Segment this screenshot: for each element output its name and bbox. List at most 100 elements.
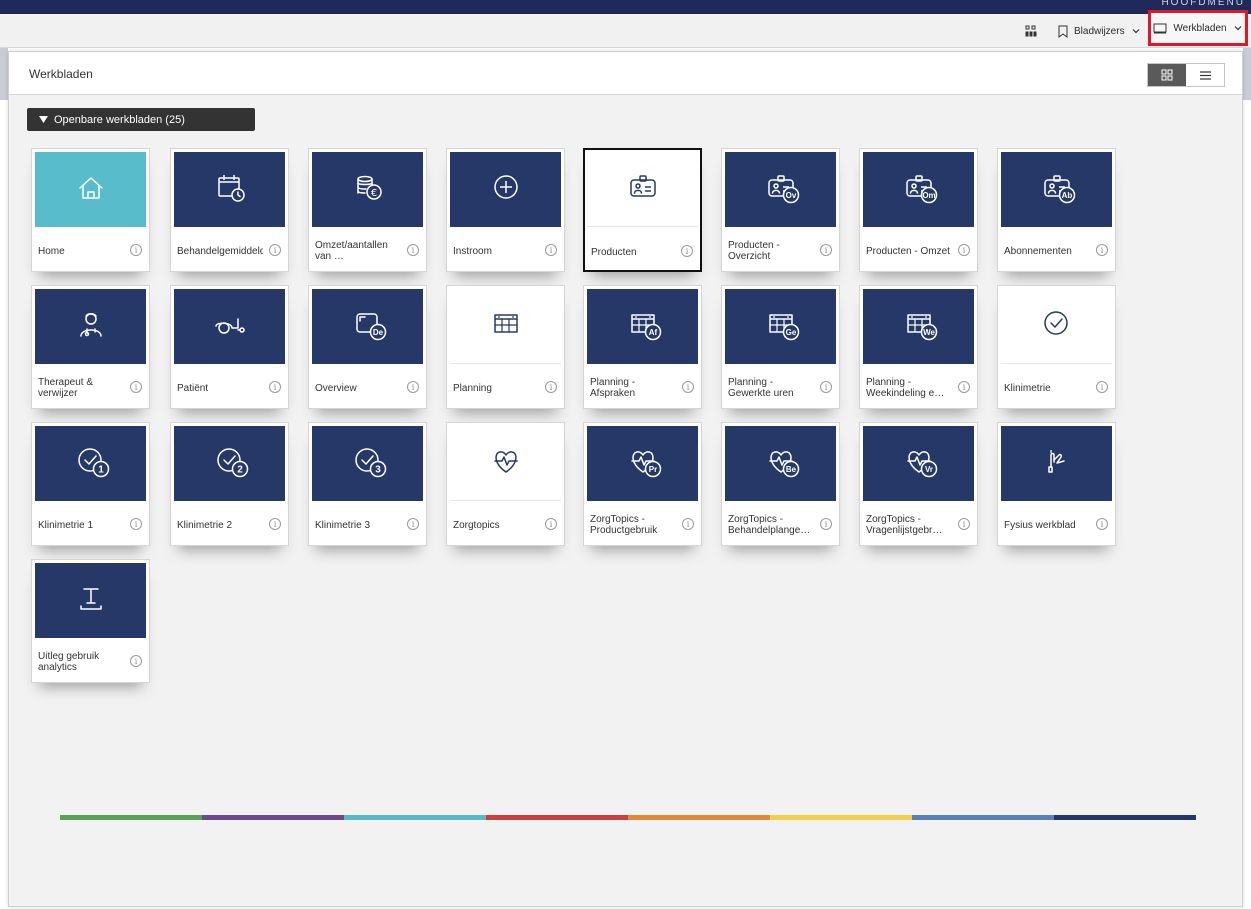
- check-circle-icon: 2: [210, 441, 250, 486]
- bookmarks-label: Bladwijzers: [1074, 25, 1125, 37]
- heart-pulse-icon: Be: [761, 441, 801, 486]
- worksheet-tile[interactable]: Ov Producten - Overzicht i: [721, 148, 840, 272]
- worksheet-tile[interactable]: Pr ZorgTopics - Productgebruik i: [583, 422, 702, 546]
- tile-artwork: [1001, 426, 1112, 501]
- tile-label: Klinimetrie 1: [38, 519, 94, 531]
- tile-label: Planning - Weekindeling e…: [866, 377, 945, 399]
- tile-artwork: Be: [725, 426, 836, 501]
- tile-artwork: Af: [587, 289, 698, 364]
- worksheet-tile[interactable]: Ab Abonnementen i: [997, 148, 1116, 272]
- tile-label: Fysius werkblad: [1004, 519, 1076, 531]
- worksheet-tile[interactable]: De Overview i: [308, 285, 427, 409]
- worksheet-tile[interactable]: Om Producten - Omzet i: [859, 148, 978, 272]
- info-icon[interactable]: i: [269, 381, 281, 393]
- tile-label: Planning - Afspraken: [590, 377, 636, 399]
- tile-label: Uitleg gebruik analytics: [38, 651, 100, 673]
- info-icon[interactable]: i: [1096, 244, 1108, 256]
- tile-label: Planning: [453, 382, 492, 394]
- tile-label: Overview: [315, 382, 357, 394]
- worksheet-tile[interactable]: 3 Klinimetrie 3 i: [308, 422, 427, 546]
- bookmarks-button[interactable]: Bladwijzers: [1058, 14, 1141, 48]
- info-icon[interactable]: i: [682, 518, 694, 530]
- info-icon[interactable]: i: [958, 244, 970, 256]
- worksheet-tile[interactable]: 2 Klinimetrie 2 i: [170, 422, 289, 546]
- info-icon[interactable]: i: [820, 244, 832, 256]
- svg-text:Af: Af: [648, 328, 657, 337]
- tile-label: Planning - Gewerkte uren: [728, 377, 794, 399]
- grid-view-button[interactable]: [1148, 64, 1186, 86]
- worksheet-tile[interactable]: Uitleg gebruik analytics i: [31, 559, 150, 683]
- info-icon[interactable]: i: [681, 245, 693, 257]
- tile-artwork: Om: [863, 152, 974, 227]
- worksheet-tile[interactable]: Patiënt i: [170, 285, 289, 409]
- tile-label: Instroom: [453, 245, 492, 257]
- color-bar-segment: [628, 815, 770, 820]
- info-icon[interactable]: i: [958, 518, 970, 530]
- tile-label: Zorgtopics: [453, 519, 500, 531]
- worksheet-tile[interactable]: Therapeut & verwijzer i: [31, 285, 150, 409]
- list-view-icon: [1199, 70, 1211, 80]
- worksheet-tile[interactable]: Be ZorgTopics - Behandelplange… i: [721, 422, 840, 546]
- worksheet-tile[interactable]: We Planning - Weekindeling e… i: [859, 285, 978, 409]
- worksheet-tile[interactable]: Klinimetrie i: [997, 285, 1116, 409]
- grid-apps-icon: [1025, 25, 1037, 37]
- info-icon[interactable]: i: [130, 518, 142, 530]
- info-icon[interactable]: i: [1096, 518, 1108, 530]
- info-icon[interactable]: i: [545, 518, 557, 530]
- info-icon[interactable]: i: [269, 518, 281, 530]
- svg-text:Vr: Vr: [924, 465, 932, 474]
- info-icon[interactable]: i: [682, 381, 694, 393]
- worksheet-tile[interactable]: 1 Klinimetrie 1 i: [31, 422, 150, 546]
- worksheets-button[interactable]: Werkbladen: [1148, 10, 1248, 46]
- planning-grid-icon: [486, 304, 526, 349]
- worksheet-tile[interactable]: Fysius werkblad i: [997, 422, 1116, 546]
- worksheet-tile[interactable]: Vr ZorgTopics - Vragenlijstgebr… i: [859, 422, 978, 546]
- info-icon[interactable]: i: [958, 381, 970, 393]
- worksheet-tile[interactable]: Af Planning - Afspraken i: [583, 285, 702, 409]
- info-icon[interactable]: i: [407, 518, 419, 530]
- info-icon[interactable]: i: [407, 244, 419, 256]
- list-view-button[interactable]: [1186, 64, 1224, 86]
- svg-text:3: 3: [375, 465, 381, 476]
- tile-artwork: [450, 289, 561, 364]
- info-icon[interactable]: i: [1096, 381, 1108, 393]
- worksheets-label: Werkbladen: [1173, 22, 1227, 34]
- worksheet-tile[interactable]: Zorgtopics i: [446, 422, 565, 546]
- info-icon[interactable]: i: [545, 244, 557, 256]
- main-menu-link[interactable]: HOOFDMENU: [1161, 0, 1245, 8]
- tile-artwork: [35, 563, 146, 638]
- info-icon[interactable]: i: [130, 244, 142, 256]
- info-icon[interactable]: i: [820, 518, 832, 530]
- worksheet-tile[interactable]: Ge Planning - Gewerkte uren i: [721, 285, 840, 409]
- tile-artwork: Pr: [587, 426, 698, 501]
- svg-text:Om: Om: [922, 191, 935, 200]
- group-toggle[interactable]: Openbare werkbladen (25): [27, 108, 255, 131]
- color-bar-segment: [770, 815, 912, 820]
- worksheet-tile[interactable]: Producten i: [583, 148, 702, 272]
- planning-grid-icon: Ge: [761, 304, 801, 349]
- worksheet-tile[interactable]: Instroom i: [446, 148, 565, 272]
- tile-label: Patiënt: [177, 382, 209, 394]
- right-backdrop-strip: [1243, 48, 1251, 100]
- tile-label: ZorgTopics - Vragenlijstgebr…: [866, 514, 943, 536]
- color-bar: [60, 815, 1196, 820]
- worksheet-tile[interactable]: € Omzet/aantallen van … i: [308, 148, 427, 272]
- check-circle-icon: 1: [71, 441, 111, 486]
- info-icon[interactable]: i: [130, 655, 142, 667]
- info-icon[interactable]: i: [407, 381, 419, 393]
- worksheet-tile[interactable]: Planning i: [446, 285, 565, 409]
- apps-button[interactable]: [1020, 14, 1042, 48]
- info-icon[interactable]: i: [269, 244, 281, 256]
- info-icon[interactable]: i: [130, 381, 142, 393]
- planning-grid-icon: Af: [623, 304, 663, 349]
- info-icon[interactable]: i: [545, 381, 557, 393]
- info-icon[interactable]: i: [820, 381, 832, 393]
- color-bar-segment: [1054, 815, 1196, 820]
- worksheet-tile[interactable]: Home i: [31, 148, 150, 272]
- svg-text:€: €: [370, 188, 376, 199]
- worksheet-tile[interactable]: Behandelgemiddelden i: [170, 148, 289, 272]
- id-badge-icon: Om: [899, 167, 939, 212]
- svg-text:We: We: [923, 328, 935, 337]
- tile-artwork: [587, 152, 698, 227]
- triangle-down-icon: [39, 116, 48, 123]
